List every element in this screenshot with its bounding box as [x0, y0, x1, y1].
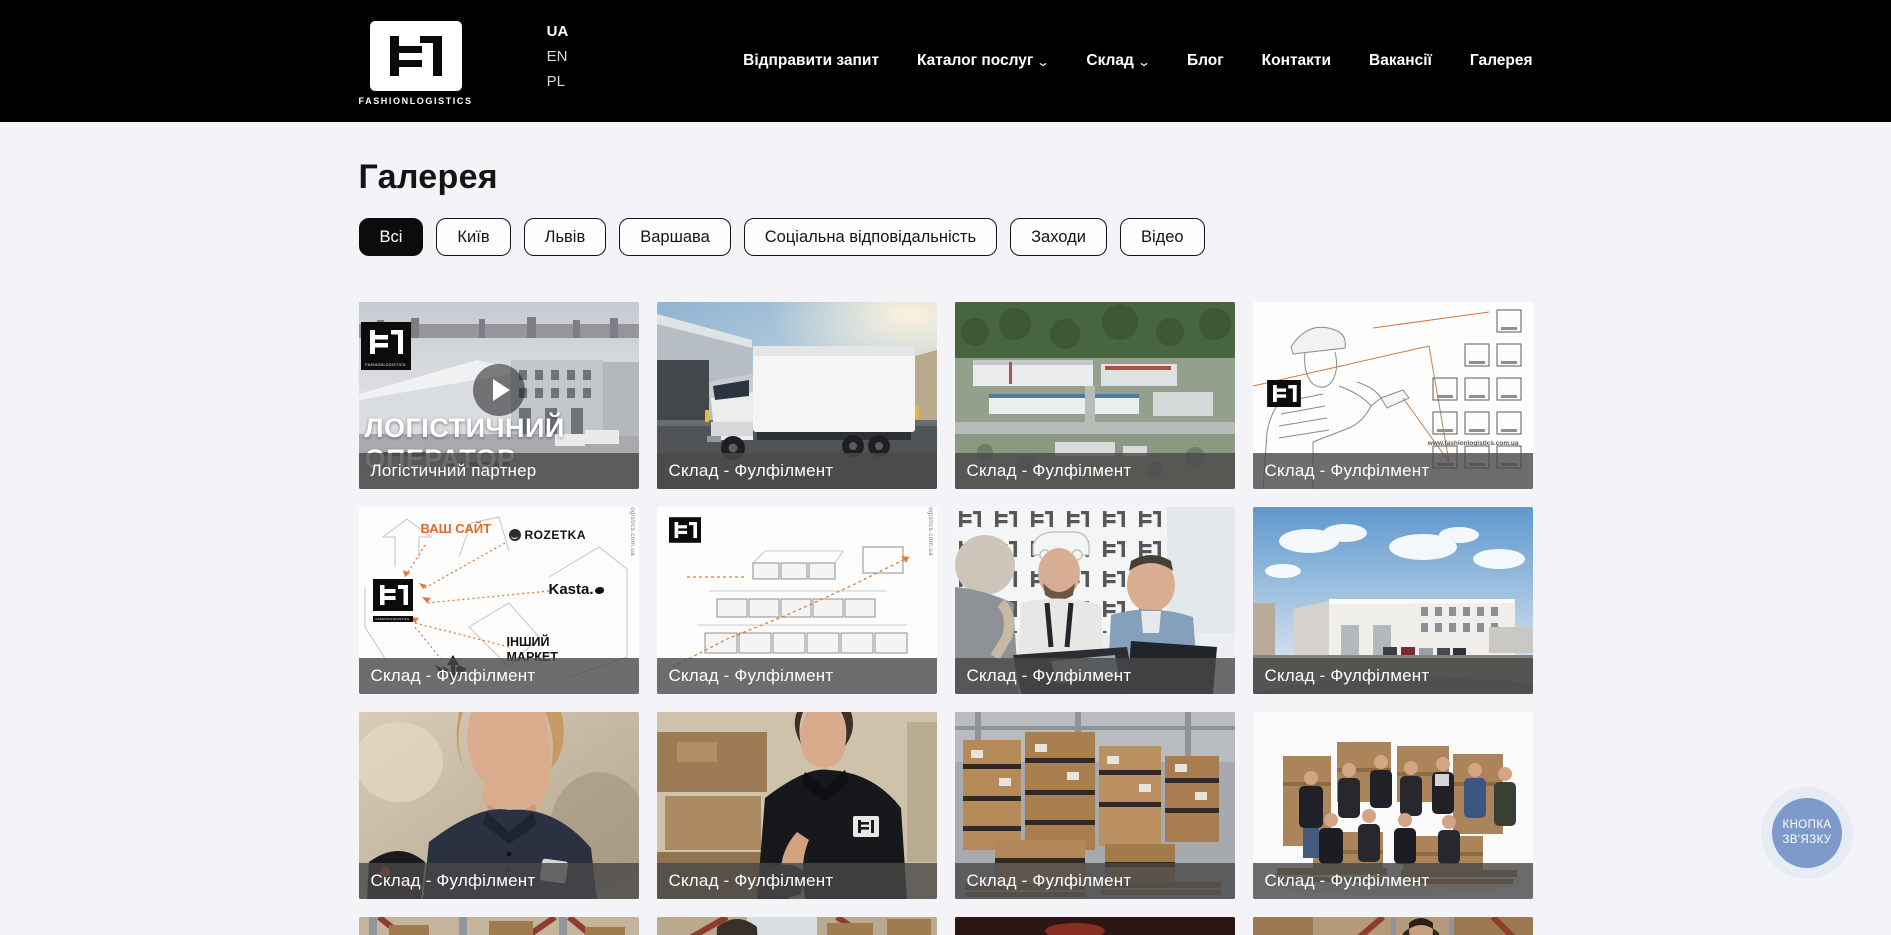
gallery-item-engineer-sketch[interactable]: www.fashionlogistics.com.ua Склад - Фулф…: [1253, 302, 1533, 489]
gallery-item-video[interactable]: FASHIONLOGISTICS ЛОГІСТИЧНИЙ ОПЕРАТОР Ло…: [359, 302, 639, 489]
tile-caption: Склад - Фулфілмент: [1253, 658, 1533, 694]
brand-logo[interactable]: FASHIONLOGISTICS: [359, 21, 473, 106]
warehouse-worker-photo: [657, 917, 937, 935]
dark-warehouse-photo: [955, 917, 1235, 935]
gallery-item-boxes[interactable]: Склад - Фулфілмент: [955, 712, 1235, 899]
contact-button-inner: КНОПКА ЗВ'ЯЗКУ: [1772, 798, 1842, 868]
tile-caption: Склад - Фулфілмент: [359, 863, 639, 899]
website-url-vertical: www.fashionlogistics.com.ua: [927, 507, 933, 556]
gallery-item-warehouse-scheme[interactable]: www.fashionlogistics.com.ua Склад - Фулф…: [657, 507, 937, 694]
lang-ua[interactable]: UA: [547, 23, 569, 41]
main-content: Галерея Всі Київ Львів Варшава Соціальна…: [359, 158, 1533, 935]
lang-pl[interactable]: PL: [547, 73, 569, 91]
header: FASHIONLOGISTICS UA EN PL Відправити зап…: [0, 0, 1891, 122]
tile-caption: Склад - Фулфілмент: [955, 863, 1235, 899]
filter-kyiv[interactable]: Київ: [436, 218, 510, 256]
tile-caption: Склад - Фулфілмент: [359, 658, 639, 694]
tile-caption: Склад - Фулфілмент: [955, 658, 1235, 694]
gallery-item-team-photo[interactable]: Склад - Фулфілмент: [1253, 712, 1533, 899]
gallery-item-worker-scanner[interactable]: Склад - Фулфілмент: [657, 712, 937, 899]
gallery-item-aerial-park[interactable]: Склад - Фулфілмент: [955, 302, 1235, 489]
nav-send-request[interactable]: Відправити запит: [743, 52, 879, 70]
warehouse-racking-photo: [359, 917, 639, 935]
main-nav: Відправити запит Каталог послуг⌄ Склад⌄ …: [743, 52, 1532, 70]
gallery-grid: FASHIONLOGISTICS ЛОГІСТИЧНИЙ ОПЕРАТОР Ло…: [359, 302, 1533, 935]
filter-lviv[interactable]: Львів: [524, 218, 607, 256]
rozetka-label: ROZETKA: [509, 528, 587, 542]
filter-all[interactable]: Всі: [359, 218, 424, 256]
nav-services-catalog[interactable]: Каталог послуг⌄: [917, 52, 1048, 70]
gallery-item-partial[interactable]: [955, 917, 1235, 935]
your-site-label: ВАШ САЙТ: [421, 521, 492, 537]
play-icon[interactable]: [473, 364, 525, 416]
chevron-down-icon: ⌄: [1137, 55, 1151, 69]
gallery-item-marketplace-diagram[interactable]: ВАШ САЙТ ROZETKA Kasta. ІНШИЙ МАРКЕТ www…: [359, 507, 639, 694]
tile-caption: Склад - Фулфілмент: [955, 453, 1235, 489]
tile-caption: Склад - Фулфілмент: [1253, 453, 1533, 489]
nav-contacts[interactable]: Контакти: [1262, 52, 1331, 70]
gallery-item-team-meeting[interactable]: Склад - Фулфілмент: [955, 507, 1235, 694]
fl-logo-small: [669, 517, 701, 548]
brand-name: FASHIONLOGISTICS: [359, 96, 473, 106]
gallery-item-partial[interactable]: [657, 917, 937, 935]
nav-blog[interactable]: Блог: [1187, 52, 1224, 70]
filter-events[interactable]: Заходи: [1010, 218, 1107, 256]
nav-vacancies[interactable]: Вакансії: [1369, 52, 1432, 70]
gallery-item-partial[interactable]: [1253, 917, 1533, 935]
gallery-item-truck[interactable]: Склад - Фулфілмент: [657, 302, 937, 489]
gallery-item-partial[interactable]: [359, 917, 639, 935]
gallery-filters: Всі Київ Львів Варшава Соціальна відпові…: [359, 218, 1533, 256]
kasta-icon: [595, 587, 604, 594]
gallery-item-worker-portrait[interactable]: Склад - Фулфілмент: [359, 712, 639, 899]
page-title: Галерея: [359, 158, 1533, 197]
contact-button[interactable]: КНОПКА ЗВ'ЯЗКУ: [1761, 787, 1853, 879]
filter-video[interactable]: Відео: [1120, 218, 1205, 256]
tile-caption: Логістичний партнер: [359, 453, 639, 489]
tile-caption: Склад - Фулфілмент: [657, 453, 937, 489]
fl-logo-small: [1267, 380, 1301, 412]
tile-caption: Склад - Фулфілмент: [657, 658, 937, 694]
fl-logo-small: FASHIONLOGISTICS: [373, 579, 413, 622]
filter-warsaw[interactable]: Варшава: [619, 218, 731, 256]
filter-social-responsibility[interactable]: Соціальна відповідальність: [744, 218, 997, 256]
worker-racking-photo: [1253, 917, 1533, 935]
fl-logo-watermark: FASHIONLOGISTICS: [361, 322, 411, 370]
tile-caption: Склад - Фулфілмент: [1253, 863, 1533, 899]
gallery-item-warehouse-building[interactable]: Склад - Фулфілмент: [1253, 507, 1533, 694]
nav-warehouse[interactable]: Склад⌄: [1086, 52, 1149, 70]
nav-gallery[interactable]: Галерея: [1470, 52, 1533, 70]
fl-logo-icon: [370, 21, 462, 91]
chevron-down-icon: ⌄: [1036, 55, 1050, 69]
rozetka-icon: [509, 529, 521, 541]
lang-en[interactable]: EN: [547, 48, 569, 66]
language-switcher: UA EN PL: [547, 23, 569, 91]
website-url-label: www.fashionlogistics.com.ua: [1428, 440, 1519, 447]
website-url-vertical: www.fashionlogistics.com.ua: [629, 507, 635, 556]
kasta-label: Kasta.: [549, 581, 604, 598]
tile-caption: Склад - Фулфілмент: [657, 863, 937, 899]
